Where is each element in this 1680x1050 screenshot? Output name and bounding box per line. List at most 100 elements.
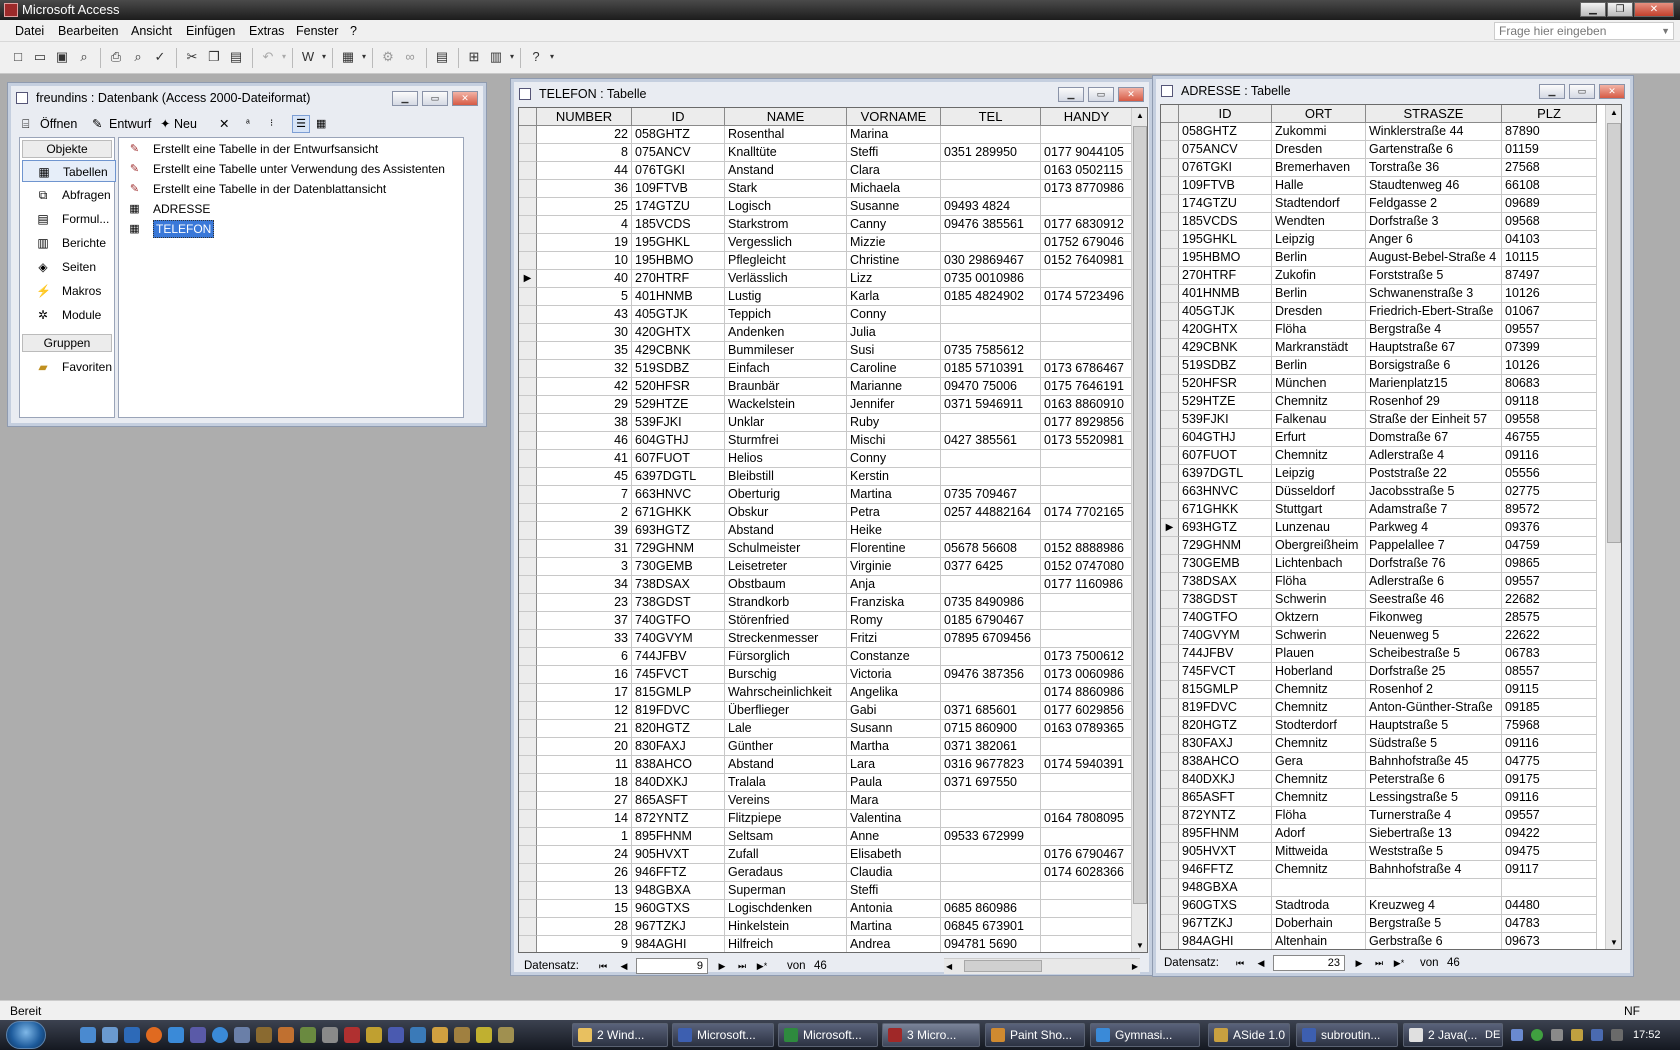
chevron-down-icon[interactable]: ▼: [1661, 23, 1670, 39]
cell-id[interactable]: 740GVYM: [1179, 627, 1272, 645]
cell-ort[interactable]: Stadtroda: [1272, 897, 1366, 915]
cell-ort[interactable]: Berlin: [1272, 249, 1366, 267]
cell-id[interactable]: 109FTVB: [632, 180, 725, 198]
first-record-button[interactable]: ⏮: [1232, 955, 1248, 971]
cell-handy[interactable]: 0174 5723496: [1041, 288, 1133, 306]
cell-ort[interactable]: Stuttgart: [1272, 501, 1366, 519]
cell-name[interactable]: Günther: [725, 738, 847, 756]
app-icon[interactable]: [498, 1027, 514, 1043]
cell-vorname[interactable]: Kerstin: [847, 468, 941, 486]
taskbar-item[interactable]: subroutin...: [1296, 1023, 1398, 1047]
cell-number[interactable]: 41: [537, 450, 632, 468]
previous-record-button[interactable]: ◀: [1253, 955, 1269, 971]
groups-header[interactable]: Gruppen: [22, 334, 112, 352]
cell-number[interactable]: 12: [537, 702, 632, 720]
cell-plz[interactable]: 22622: [1502, 627, 1597, 645]
minimize-button[interactable]: ▁: [392, 91, 418, 106]
cell-plz[interactable]: 08557: [1502, 663, 1597, 681]
cell-number[interactable]: 11: [537, 756, 632, 774]
cell-id[interactable]: 730GEMB: [1179, 555, 1272, 573]
row-selector[interactable]: [1161, 825, 1179, 843]
undo-icon[interactable]: ↶: [260, 49, 276, 65]
row-selector[interactable]: [519, 648, 537, 666]
new-record-button[interactable]: ▶*: [1391, 955, 1407, 971]
row-selector[interactable]: [1161, 573, 1179, 591]
cell-vorname[interactable]: Paula: [847, 774, 941, 792]
app-icon[interactable]: [300, 1027, 316, 1043]
cell-vorname[interactable]: Canny: [847, 216, 941, 234]
cell-number[interactable]: 29: [537, 396, 632, 414]
cell-strasze[interactable]: Domstraße 67: [1366, 429, 1502, 447]
cell-strasze[interactable]: Schwanenstraße 3: [1366, 285, 1502, 303]
cell-vorname[interactable]: Michaela: [847, 180, 941, 198]
cell-id[interactable]: 663HNVC: [1179, 483, 1272, 501]
row-selector[interactable]: [519, 864, 537, 882]
cell-strasze[interactable]: Dorfstraße 76: [1366, 555, 1502, 573]
cell-tel[interactable]: 0371 5946911: [941, 396, 1041, 414]
cell-vorname[interactable]: Petra: [847, 504, 941, 522]
cell-id[interactable]: 819FDVC: [1179, 699, 1272, 717]
cell-handy[interactable]: [1041, 522, 1133, 540]
cell-tel[interactable]: [941, 684, 1041, 702]
maximize-button[interactable]: ▭: [422, 91, 448, 106]
row-selector[interactable]: [1161, 285, 1179, 303]
cell-handy[interactable]: 0177 1160986: [1041, 576, 1133, 594]
firefox-icon[interactable]: [146, 1027, 162, 1043]
cell-strasze[interactable]: Bergstraße 5: [1366, 915, 1502, 933]
cell-ort[interactable]: Zukofin: [1272, 267, 1366, 285]
row-selector[interactable]: [1161, 339, 1179, 357]
cell-vorname[interactable]: Christine: [847, 252, 941, 270]
cell-number[interactable]: 23: [537, 594, 632, 612]
cell-plz[interactable]: 80683: [1502, 375, 1597, 393]
cell-strasze[interactable]: Fikonweg: [1366, 609, 1502, 627]
cell-handy[interactable]: [1041, 342, 1133, 360]
cell-handy[interactable]: [1041, 486, 1133, 504]
cell-vorname[interactable]: Conny: [847, 306, 941, 324]
cell-number[interactable]: 24: [537, 846, 632, 864]
cell-plz[interactable]: 09689: [1502, 195, 1597, 213]
help-icon[interactable]: ?: [528, 49, 544, 65]
cell-number[interactable]: 9: [537, 936, 632, 952]
cell-id[interactable]: 738DSAX: [1179, 573, 1272, 591]
cell-strasze[interactable]: Rosenhof 2: [1366, 681, 1502, 699]
cell-vorname[interactable]: Mischi: [847, 432, 941, 450]
cell-tel[interactable]: [941, 414, 1041, 432]
cell-name[interactable]: Abstand: [725, 756, 847, 774]
close-button[interactable]: ✕: [1118, 87, 1144, 102]
scroll-thumb[interactable]: [1133, 126, 1147, 904]
cell-ort[interactable]: Bremerhaven: [1272, 159, 1366, 177]
cell-tel[interactable]: 0185 4824902: [941, 288, 1041, 306]
row-selector[interactable]: [1161, 267, 1179, 285]
cell-number[interactable]: 31: [537, 540, 632, 558]
cell-id[interactable]: 058GHTZ: [632, 126, 725, 144]
cell-number[interactable]: 40: [537, 270, 632, 288]
cell-vorname[interactable]: Martha: [847, 738, 941, 756]
volume-icon[interactable]: [1551, 1029, 1563, 1041]
cell-ort[interactable]: Markranstädt: [1272, 339, 1366, 357]
cell-vorname[interactable]: Susann: [847, 720, 941, 738]
cell-tel[interactable]: 07895 6709456: [941, 630, 1041, 648]
cell-strasze[interactable]: Adamstraße 7: [1366, 501, 1502, 519]
cell-id[interactable]: 6397DGTL: [632, 468, 725, 486]
cell-id[interactable]: 905HVXT: [632, 846, 725, 864]
cell-id[interactable]: 539FJKI: [632, 414, 725, 432]
cell-strasze[interactable]: Turnerstraße 4: [1366, 807, 1502, 825]
cell-id[interactable]: 738GDST: [1179, 591, 1272, 609]
row-selector[interactable]: [519, 846, 537, 864]
cell-ort[interactable]: Oktzern: [1272, 609, 1366, 627]
new-object-icon[interactable]: ▥: [488, 49, 504, 65]
cell-id[interactable]: 967TZKJ: [632, 918, 725, 936]
row-selector[interactable]: [519, 720, 537, 738]
cell-name[interactable]: Unklar: [725, 414, 847, 432]
cell-handy[interactable]: 01752 679046: [1041, 234, 1133, 252]
row-selector[interactable]: [519, 126, 537, 144]
cell-name[interactable]: Bummileser: [725, 342, 847, 360]
chevron-down-icon[interactable]: ▾: [504, 49, 520, 65]
cell-id[interactable]: 663HNVC: [632, 486, 725, 504]
cell-number[interactable]: 22: [537, 126, 632, 144]
cell-handy[interactable]: [1041, 936, 1133, 952]
cell-tel[interactable]: [941, 234, 1041, 252]
menu-fenster[interactable]: Fenster: [296, 24, 338, 38]
cell-id[interactable]: 815GMLP: [1179, 681, 1272, 699]
row-selector[interactable]: [1161, 141, 1179, 159]
